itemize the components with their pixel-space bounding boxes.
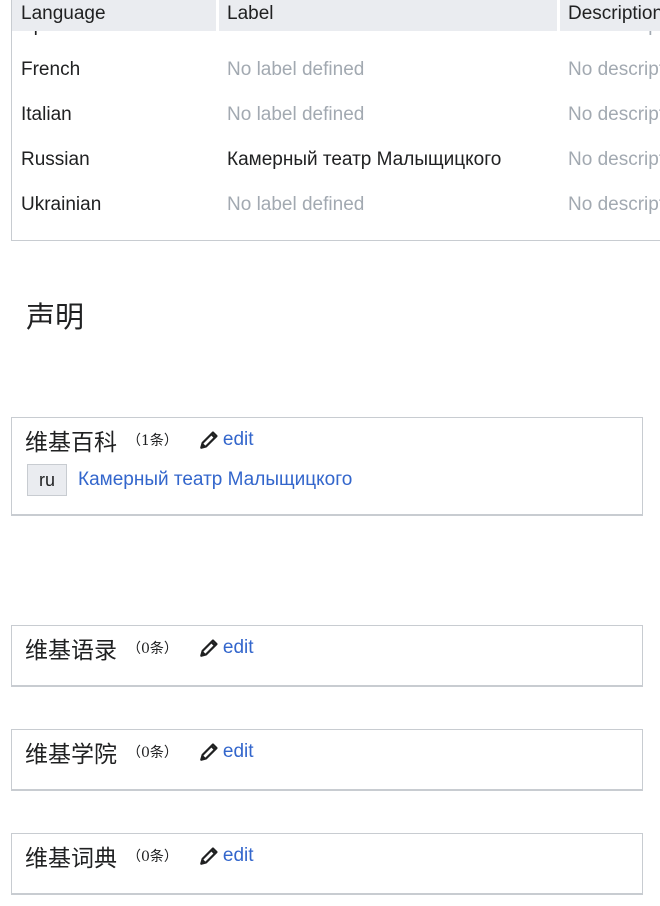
row-label: No label defined: [227, 194, 365, 215]
language-code-badge: ru: [27, 464, 67, 496]
group-count: （0条）: [127, 745, 178, 761]
edit-label: edit: [222, 429, 254, 450]
statements-heading: 声明: [26, 300, 85, 334]
header-description: Description: [568, 3, 660, 24]
group-header: 维基词典 （0条） edit: [25, 839, 254, 873]
header-language: Language: [21, 3, 106, 24]
group-title: 维基学院: [25, 742, 117, 768]
group-header: 维基百科 （1条） edit: [25, 423, 254, 457]
row-label: Камерный театр Малыщицкого: [227, 149, 502, 170]
row-description: No description defined: [568, 149, 660, 170]
edit-button[interactable]: edit: [198, 741, 254, 763]
header-divider: [557, 0, 560, 31]
row-language: Russian: [21, 149, 90, 170]
group-header: 维基语录 （0条） edit: [25, 631, 254, 665]
pencil-icon: [200, 743, 218, 761]
group-count: （1条）: [127, 433, 178, 449]
pencil-icon: [200, 639, 218, 657]
labels-table: Language Label Description Spanish No la…: [11, 0, 660, 241]
sitelink-group-wikiquote: 维基语录 （0条） edit: [11, 625, 643, 687]
row-description: No description defined: [568, 59, 660, 80]
edit-button[interactable]: edit: [198, 637, 254, 659]
row-label: No label defined: [227, 104, 365, 125]
group-title: 维基语录: [25, 638, 117, 664]
edit-button[interactable]: edit: [198, 845, 254, 867]
row-language: French: [21, 59, 81, 80]
sitelink-group-wiktionary: 维基词典 （0条） edit: [11, 833, 643, 895]
header-label: Label: [227, 3, 274, 24]
row-description: No description defined: [568, 194, 660, 215]
group-title: 维基词典: [25, 846, 117, 872]
row-description: No description defined: [568, 104, 660, 125]
row-label: No label defined: [227, 59, 365, 80]
group-count: （0条）: [127, 641, 178, 657]
edit-button[interactable]: edit: [198, 429, 254, 451]
pencil-icon: [200, 847, 218, 865]
sitelink-item: ru Камерный театр Малыщицкого: [27, 464, 352, 496]
pencil-icon: [200, 431, 218, 449]
labels-table-header: Language Label Description: [12, 0, 660, 31]
edit-label: edit: [222, 741, 254, 762]
table-row: Italian No label defined No description …: [12, 92, 660, 137]
table-row: Russian Камерный театр Малыщицкого No de…: [12, 137, 660, 182]
sitelink-page-link[interactable]: Камерный театр Малыщицкого: [78, 469, 352, 491]
group-header: 维基学院 （0条） edit: [25, 735, 254, 769]
sitelink-group-wikipedia: 维基百科 （1条） edit ru Камерный театр Малыщиц…: [11, 417, 643, 516]
group-title: 维基百科: [25, 430, 117, 456]
table-row: Ukrainian No label defined No descriptio…: [12, 182, 660, 227]
edit-label: edit: [222, 637, 254, 658]
edit-label: edit: [222, 845, 254, 866]
sitelink-group-wikiversity: 维基学院 （0条） edit: [11, 729, 643, 791]
row-language: Italian: [21, 104, 72, 125]
group-count: （0条）: [127, 849, 178, 865]
table-row: French No label defined No description d…: [12, 47, 660, 92]
row-language: Ukrainian: [21, 194, 102, 215]
header-divider: [216, 0, 219, 31]
